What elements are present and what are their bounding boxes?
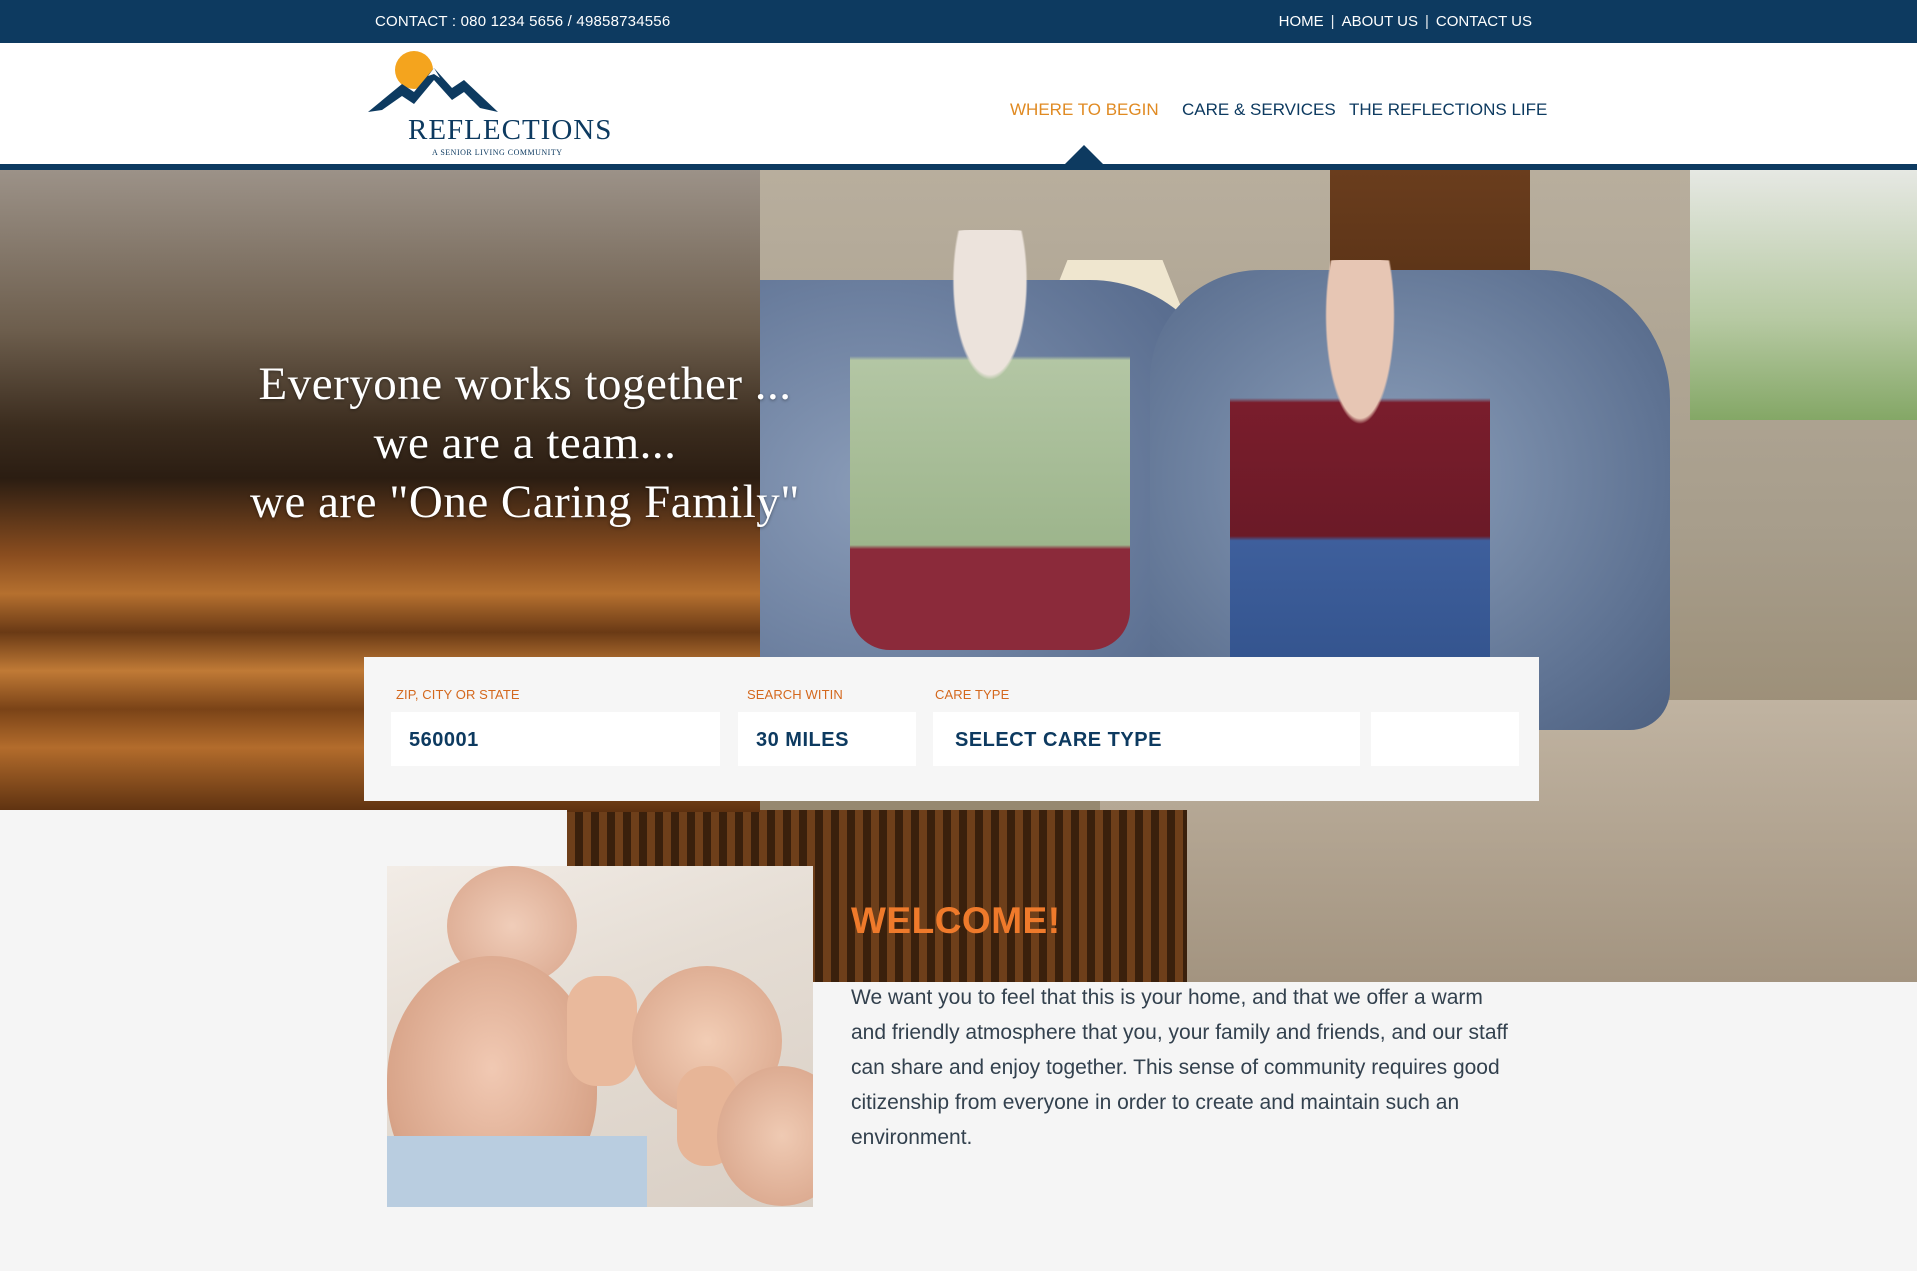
location-label: ZIP, CITY OR STATE bbox=[396, 687, 520, 702]
search-button[interactable] bbox=[1371, 712, 1519, 766]
site-logo[interactable]: REFLECTIONS A SENIOR LIVING COMMUNITY bbox=[368, 50, 611, 162]
hero-window bbox=[1690, 170, 1917, 420]
photo-shirt bbox=[387, 1136, 647, 1207]
welcome-heading: WELCOME! bbox=[851, 900, 1061, 941]
top-link-contact-us[interactable]: CONTACT US bbox=[1436, 13, 1532, 30]
welcome-photo bbox=[387, 866, 813, 1207]
welcome-text: We want you to feel that this is your ho… bbox=[851, 986, 1508, 1149]
hero-quote-line: we are a team... bbox=[373, 417, 677, 469]
hero-quote-line: Everyone works together ... bbox=[258, 358, 792, 410]
contact-info: CONTACT : 080 1234 5656 / 49858734556 bbox=[375, 13, 671, 30]
mountain-sun-icon bbox=[368, 51, 498, 112]
location-input[interactable]: 560001 bbox=[391, 712, 720, 766]
hero-banner bbox=[0, 170, 1917, 982]
photo-thumbs-up bbox=[567, 976, 637, 1086]
distance-select[interactable]: 30 MILES bbox=[738, 712, 916, 766]
hero-quote-line: we are "One Caring Family" bbox=[250, 476, 800, 528]
top-bar: CONTACT : 080 1234 5656 / 49858734556 HO… bbox=[0, 0, 1917, 43]
top-link-about-us[interactable]: ABOUT US bbox=[1342, 13, 1418, 30]
care-type-label: CARE TYPE bbox=[935, 687, 1010, 702]
nav-care-services[interactable]: CARE & SERVICES bbox=[1182, 100, 1336, 120]
active-nav-indicator bbox=[1064, 145, 1104, 165]
hero-man-reading bbox=[1230, 260, 1490, 720]
nav-where-to-begin[interactable]: WHERE TO BEGIN bbox=[1010, 100, 1159, 120]
care-type-select[interactable]: SELECT CARE TYPE bbox=[933, 712, 1360, 766]
logo-tagline: A SENIOR LIVING COMMUNITY bbox=[432, 148, 563, 157]
hero-quote: Everyone works together ... we are a tea… bbox=[0, 355, 1050, 532]
distance-label: SEARCH WITIN bbox=[747, 687, 843, 702]
site-header bbox=[0, 43, 1917, 164]
logo-name: REFLECTIONS bbox=[408, 114, 613, 146]
top-links: HOME | ABOUT US | CONTACT US bbox=[1279, 13, 1532, 30]
top-link-home[interactable]: HOME bbox=[1279, 13, 1324, 30]
nav-reflections-life[interactable]: THE REFLECTIONS LIFE bbox=[1349, 100, 1547, 120]
link-separator: | bbox=[1424, 13, 1429, 30]
link-separator: | bbox=[1330, 13, 1335, 30]
community-search-form: ZIP, CITY OR STATE 560001 SEARCH WITIN 3… bbox=[364, 657, 1539, 801]
